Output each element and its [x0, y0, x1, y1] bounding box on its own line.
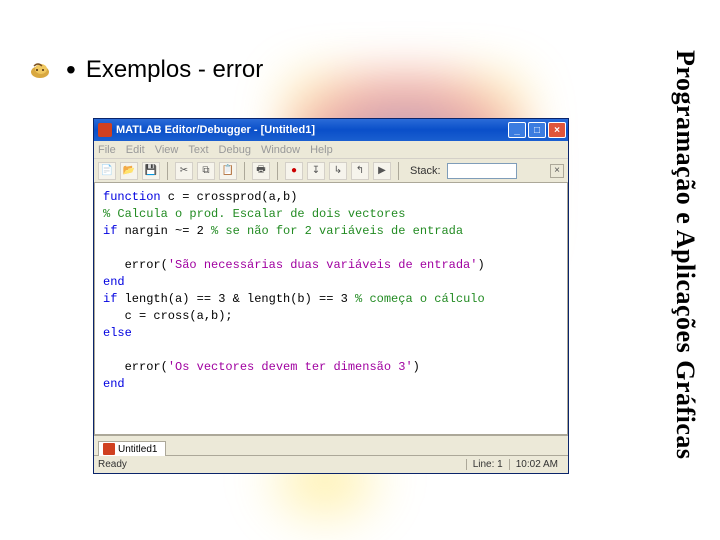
status-text: Ready: [98, 459, 466, 470]
code-string: 'Os vectores devem ter dimensão 3': [168, 360, 413, 374]
cut-icon[interactable]: ✂: [175, 162, 193, 180]
menu-debug[interactable]: Debug: [219, 144, 251, 156]
window-controls: _ □ ×: [508, 122, 566, 138]
code-comment: % começa o cálculo: [355, 292, 485, 306]
toolbar-separator: [277, 162, 278, 180]
slide-title: Exemplos - error: [86, 56, 263, 84]
step-in-icon[interactable]: ↳: [329, 162, 347, 180]
code-comment: % se não for 2 variáveis de entrada: [211, 224, 463, 238]
code-comment: % Calcula o prod. Escalar de dois vector…: [103, 207, 405, 221]
step-icon[interactable]: ↧: [307, 162, 325, 180]
menu-view[interactable]: View: [155, 144, 179, 156]
menu-help[interactable]: Help: [310, 144, 333, 156]
code-text: error(: [103, 360, 168, 374]
code-text: ): [477, 258, 484, 272]
slide-bullet-icon: [30, 60, 56, 80]
run-icon[interactable]: ▶: [373, 162, 391, 180]
menubar: File Edit View Text Debug Window Help: [94, 141, 568, 159]
status-line: Line: 1: [466, 459, 509, 470]
menu-text[interactable]: Text: [188, 144, 208, 156]
menu-window[interactable]: Window: [261, 144, 300, 156]
code-keyword: if: [103, 292, 117, 306]
paste-icon[interactable]: 📋: [219, 162, 237, 180]
code-text: nargin ~= 2: [117, 224, 211, 238]
menu-file[interactable]: File: [98, 144, 116, 156]
code-text: c = crossprod(a,b): [161, 190, 298, 204]
document-tab-bar: Untitled1: [94, 435, 568, 455]
breakpoint-icon[interactable]: ●: [285, 162, 303, 180]
toolbar-separator: [167, 162, 168, 180]
slide-header: • Exemplos - error: [30, 56, 263, 84]
maximize-button[interactable]: □: [528, 122, 546, 138]
code-editor[interactable]: function c = crossprod(a,b) % Calcula o …: [94, 183, 568, 435]
code-keyword: else: [103, 326, 132, 340]
side-title: Programação e Aplicações Gráficas: [670, 50, 700, 460]
document-tab[interactable]: Untitled1: [98, 441, 166, 456]
status-time: 10:02 AM: [509, 459, 564, 470]
step-out-icon[interactable]: ↰: [351, 162, 369, 180]
code-keyword: if: [103, 224, 117, 238]
document-tab-label: Untitled1: [118, 444, 157, 455]
code-text: length(a) == 3 & length(b) == 3: [117, 292, 355, 306]
toolbar-separator: [398, 162, 399, 180]
matlab-doc-icon: [103, 443, 115, 455]
code-text: ): [413, 360, 420, 374]
menu-edit[interactable]: Edit: [126, 144, 145, 156]
code-keyword: function: [103, 190, 161, 204]
stack-label: Stack:: [410, 165, 441, 177]
stack-dropdown[interactable]: [447, 163, 517, 179]
code-text: error(: [103, 258, 168, 272]
open-file-icon[interactable]: 📂: [120, 162, 138, 180]
doc-close-icon[interactable]: ×: [550, 164, 564, 178]
close-button[interactable]: ×: [548, 122, 566, 138]
matlab-icon: [98, 123, 112, 137]
toolbar-separator: [244, 162, 245, 180]
print-icon[interactable]: 🖶: [252, 162, 270, 180]
code-keyword: end: [103, 377, 125, 391]
copy-icon[interactable]: ⧉: [197, 162, 215, 180]
code-keyword: end: [103, 275, 125, 289]
new-file-icon[interactable]: 📄: [98, 162, 116, 180]
titlebar[interactable]: MATLAB Editor/Debugger - [Untitled1] _ □…: [94, 119, 568, 141]
editor-window: MATLAB Editor/Debugger - [Untitled1] _ □…: [93, 118, 569, 474]
minimize-button[interactable]: _: [508, 122, 526, 138]
save-icon[interactable]: 💾: [142, 162, 160, 180]
statusbar: Ready Line: 1 10:02 AM: [94, 455, 568, 473]
code-string: 'São necessárias duas variáveis de entra…: [168, 258, 478, 272]
code-text: c = cross(a,b);: [103, 309, 233, 323]
window-title: MATLAB Editor/Debugger - [Untitled1]: [116, 124, 508, 136]
toolbar: 📄 📂 💾 ✂ ⧉ 📋 🖶 ● ↧ ↳ ↰ ▶ Stack: ×: [94, 159, 568, 183]
